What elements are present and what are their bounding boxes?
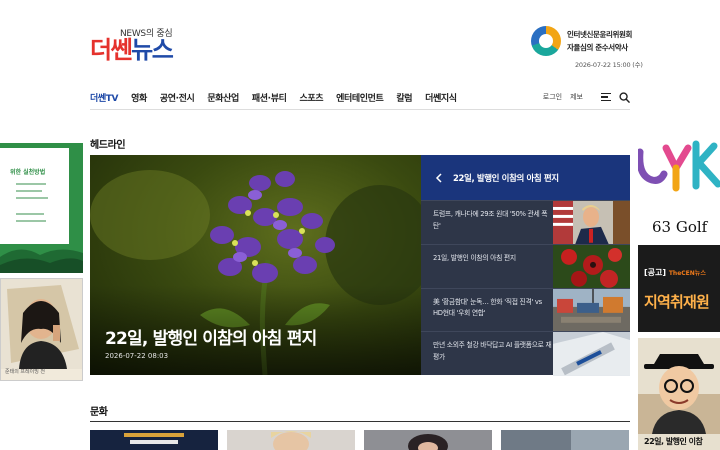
nav-item-entertainment[interactable]: 엔터테인먼트 [336, 91, 384, 104]
side-list-item-thumbnail [553, 244, 630, 289]
ad-right-top-text: 63 Golf [652, 218, 708, 236]
ethics-line-2: 자율심의 준수서약사 [567, 43, 628, 52]
nav-item-fashion-beauty[interactable]: 패션·뷰티 [252, 91, 287, 104]
nav-item-thecen-tv[interactable]: 더쎈TV [90, 91, 118, 104]
report-link[interactable]: 제보 [570, 92, 583, 102]
culture-divider [90, 421, 630, 422]
ethics-badge[interactable]: 인터넷신문윤리위원회 자율심의 준수서약사 [531, 26, 632, 56]
nav-item-sports[interactable]: 스포츠 [299, 91, 323, 104]
side-list-item-title[interactable]: 트럼프, 캐나다에 29조 원대 '50% 관세 폭탄' [433, 209, 553, 232]
ethics-text: 인터넷신문윤리위원회 자율심의 준수서약사 [567, 28, 632, 54]
nav-divider [90, 109, 630, 110]
ad-caricature-image [638, 338, 720, 434]
nav-item-performance[interactable]: 공연·전시 [160, 91, 195, 104]
side-list-item-title[interactable]: 21일, 발행인 이참의 아침 편지 [433, 253, 553, 265]
ad-left-bottom-caption: 준태의 프레이밍 전 [5, 369, 45, 375]
side-list-item-title[interactable]: 美 '황금함대' 눈독… 한화 '직접 진격' vs HD현대 '우회 연합' [433, 297, 553, 320]
culture-thumbnail[interactable] [227, 430, 355, 450]
side-list-item[interactable]: 트럼프, 캐나다에 29조 원대 '50% 관세 폭탄' [421, 200, 630, 245]
nav-item-column[interactable]: 칼럼 [396, 91, 412, 104]
nav-item-movie[interactable]: 영화 [131, 91, 147, 104]
right-banner-ad-top[interactable]: 63 Golf [638, 138, 720, 240]
headline-main-article[interactable]: 22일, 발행인 이참의 아침 편지 2026-07-22 08:03 [90, 155, 421, 375]
culture-section-title: 문화 [90, 407, 108, 418]
chevron-left-icon[interactable] [433, 172, 445, 184]
headline-main-title[interactable]: 22일, 발행인 이참의 아침 편지 [105, 324, 317, 349]
ad-notice-label: [공고] [644, 268, 667, 277]
ad-ribbon-graphic [638, 140, 720, 192]
right-banner-ad-middle[interactable]: [공고] TheCEN뉴스 지역취재원 [638, 245, 720, 332]
culture-thumbnail[interactable] [90, 430, 218, 450]
ethics-line-1: 인터넷신문윤리위원회 [567, 30, 632, 39]
ad-hills-graphic [0, 249, 83, 273]
ad-left-top-title: 위한 실천방법 [10, 169, 46, 176]
logo-part-1: 더쎈 [90, 36, 133, 64]
culture-thumbnail[interactable] [364, 430, 492, 450]
side-list-header[interactable]: 22일, 발행인 이참의 아침 편지 [421, 155, 630, 200]
side-list-item-thumbnail [553, 201, 630, 245]
headline-main-date: 2026-07-22 08:03 [105, 352, 169, 360]
ad-right-mid-headline: 지역취재원 [644, 293, 710, 311]
search-icon[interactable] [619, 91, 630, 103]
logo-part-2: 뉴스 [131, 36, 174, 64]
menu-icon[interactable] [601, 93, 611, 101]
logo-wordmark: 더쎈뉴스 [90, 36, 174, 64]
side-list-item[interactable]: 21일, 발행인 이참의 아침 편지 [421, 243, 630, 289]
ad-right-mid-head: [공고] TheCEN뉴스 [644, 267, 706, 278]
login-link[interactable]: 로그인 [543, 92, 562, 102]
left-banner-ad-bottom[interactable]: 준태의 프레이밍 전 [0, 278, 83, 381]
main-nav: 더쎈TV 영화 공연·전시 문화산업 패션·뷰티 스포츠 엔터테인먼트 칼럼 더… [90, 86, 630, 108]
ad-paper [0, 148, 69, 244]
nav-item-culture-industry[interactable]: 문화산업 [207, 91, 239, 104]
ad-right-bottom-caption: 22일, 발행인 이참 [644, 437, 703, 446]
side-list-item[interactable]: 美 '황금함대' 눈독… 한화 '직접 진격' vs HD현대 '우회 연합' [421, 287, 630, 333]
nav-utilities: 로그인 제보 [543, 86, 630, 108]
site-logo[interactable]: NEWS의 중심 더쎈뉴스 [90, 26, 202, 66]
right-banner-ad-bottom[interactable]: 22일, 발행인 이참 [638, 338, 720, 450]
side-list-item-title[interactable]: 만년 소외주 철강 바닥답고 AI 플랫폼으로 재평가 [433, 340, 553, 363]
side-list-item[interactable]: 만년 소외주 철강 바닥답고 AI 플랫폼으로 재평가 [421, 331, 630, 376]
header-date: 2026-07-22 15:00 (수) [575, 61, 643, 69]
side-list-item-thumbnail [553, 288, 630, 333]
headline-section-title: 헤드라인 [90, 140, 126, 151]
nav-item-knowledge[interactable]: 더쎈지식 [425, 91, 457, 104]
headline-side-list: 22일, 발행인 이참의 아침 편지 트럼프, 캐나다에 29조 원대 '50%… [421, 155, 630, 376]
culture-thumbnail[interactable] [501, 430, 629, 450]
ethics-emblem-icon [531, 26, 561, 56]
ad-portrait-image [1, 279, 82, 369]
side-list-header-title[interactable]: 22일, 발행인 이참의 아침 편지 [453, 172, 559, 184]
left-banner-ad-top[interactable]: 위한 실천방법 [0, 143, 83, 273]
ad-brand-label: TheCEN뉴스 [668, 270, 706, 277]
side-list-item-thumbnail [553, 332, 630, 376]
